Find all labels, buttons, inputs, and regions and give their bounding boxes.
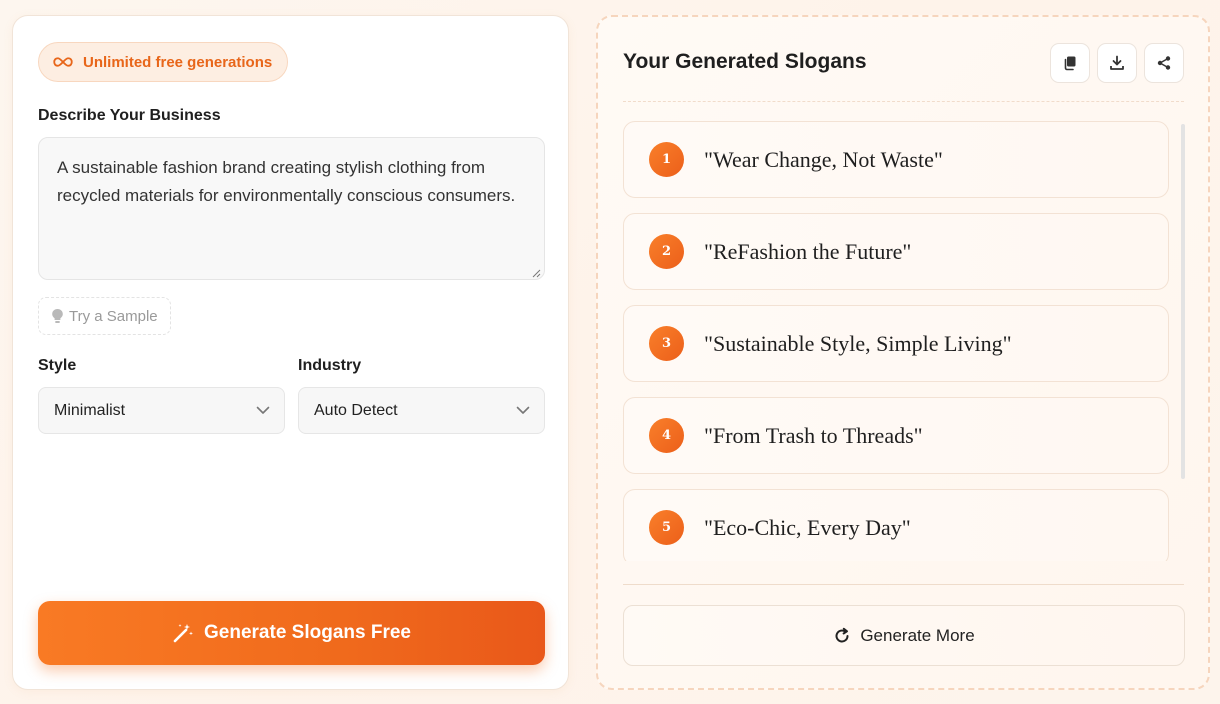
- scrollbar[interactable]: [1181, 124, 1185, 479]
- chevron-down-icon: [256, 406, 270, 414]
- header-divider: [623, 101, 1184, 102]
- industry-select[interactable]: Auto Detect: [298, 387, 545, 434]
- slogan-form-panel: Unlimited free generations Describe Your…: [12, 15, 569, 690]
- share-button[interactable]: [1144, 43, 1184, 83]
- try-sample-label: Try a Sample: [69, 307, 158, 325]
- industry-label: Industry: [298, 357, 362, 374]
- results-title: Your Generated Slogans: [623, 50, 867, 73]
- refresh-icon: [835, 627, 849, 642]
- slogan-item[interactable]: 1 "Wear Change, Not Waste": [623, 121, 1169, 198]
- footer-divider: [623, 584, 1184, 585]
- slogan-item[interactable]: 4 "From Trash to Threads": [623, 397, 1169, 474]
- slogan-number-badge: 1: [649, 142, 684, 177]
- badge-text: Unlimited free generations: [83, 53, 273, 71]
- slogan-text: "ReFashion the Future": [704, 238, 912, 264]
- style-label: Style: [38, 357, 77, 374]
- generate-more-label: Generate More: [860, 625, 975, 645]
- slogan-item[interactable]: 5 "Eco-Chic, Every Day": [623, 489, 1169, 561]
- download-button[interactable]: [1097, 43, 1137, 83]
- resize-handle-icon[interactable]: [531, 268, 541, 278]
- slogan-number-badge: 4: [649, 418, 684, 453]
- industry-selected-value: Auto Detect: [314, 401, 398, 419]
- chevron-down-icon: [516, 406, 530, 414]
- slogan-text: "Eco-Chic, Every Day": [704, 514, 911, 540]
- generate-more-button[interactable]: Generate More: [623, 605, 1185, 666]
- copy-all-button[interactable]: [1050, 43, 1090, 83]
- try-sample-button[interactable]: Try a Sample: [38, 297, 171, 335]
- business-description-input[interactable]: [38, 137, 545, 280]
- slogan-number-badge: 2: [649, 234, 684, 269]
- slogan-number-badge: 5: [649, 510, 684, 545]
- generate-button-label: Generate Slogans Free: [204, 622, 411, 643]
- slogan-text: "From Trash to Threads": [704, 422, 923, 448]
- infinity-icon: [53, 57, 73, 67]
- style-select[interactable]: Minimalist: [38, 387, 285, 434]
- slogan-list[interactable]: 1 "Wear Change, Not Waste" 2 "ReFashion …: [623, 121, 1186, 561]
- free-generations-badge: Unlimited free generations: [38, 42, 289, 82]
- style-selected-value: Minimalist: [54, 401, 126, 419]
- download-icon: [1110, 55, 1124, 70]
- slogan-item[interactable]: 3 "Sustainable Style, Simple Living": [623, 305, 1169, 382]
- share-icon: [1157, 56, 1171, 70]
- slogan-text: "Sustainable Style, Simple Living": [704, 330, 1012, 356]
- slogan-results-panel: Your Generated Slogans 1 "Wear Change, N…: [596, 15, 1210, 690]
- slogan-text: "Wear Change, Not Waste": [704, 146, 943, 172]
- magic-wand-icon: [173, 624, 194, 643]
- generate-slogans-button[interactable]: Generate Slogans Free: [38, 601, 545, 665]
- slogan-number-badge: 3: [649, 326, 684, 361]
- lightbulb-icon: [52, 309, 63, 323]
- copy-icon: [1064, 56, 1076, 71]
- slogan-item[interactable]: 2 "ReFashion the Future": [623, 213, 1169, 290]
- description-label: Describe Your Business: [38, 107, 221, 124]
